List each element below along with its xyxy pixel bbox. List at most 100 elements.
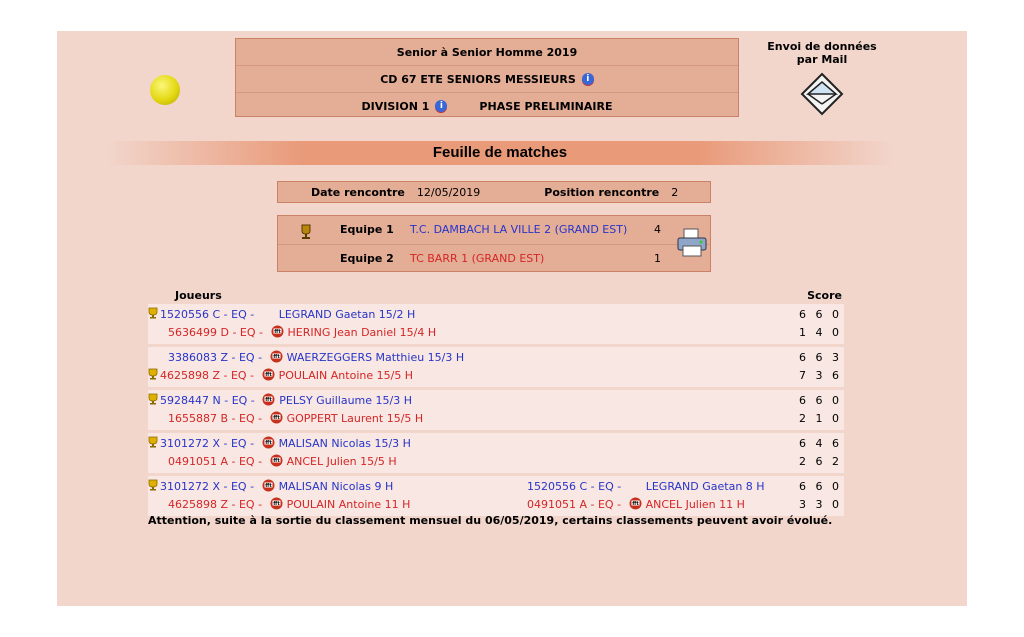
federation-logo-icon: fft	[629, 497, 642, 510]
info-icon[interactable]: i	[435, 100, 448, 112]
player-team: EQ -	[230, 369, 258, 382]
header-row-3: DIVISION 1 i PHASE PRELIMINAIRE	[236, 93, 738, 119]
competition-title: Senior à Senior Homme 2019	[396, 45, 578, 59]
svg-text:fft: fft	[632, 501, 639, 507]
player-name[interactable]: LEGRAND Gaetan 8 H	[646, 480, 765, 493]
player-license[interactable]: 3101272 X -	[160, 480, 231, 493]
championship-name: CD 67 ETE SENIORS MESSIEURS	[380, 72, 576, 86]
match-score-1: 6 6 3	[799, 351, 842, 364]
player-license[interactable]: 4625898 Z -	[160, 369, 231, 382]
player-license[interactable]: 5928447 N -	[160, 394, 232, 407]
player-license[interactable]: 1520556 C -	[160, 308, 231, 321]
printer-icon[interactable]	[675, 228, 709, 258]
player-license[interactable]: 0491051 A -	[527, 498, 598, 511]
teams-box: Equipe 1 T.C. DAMBACH LA VILLE 2 (GRAND …	[277, 215, 711, 272]
team2-name[interactable]: TC BARR 1 (GRAND EST)	[410, 252, 544, 265]
match-score-2: 1 4 0	[799, 326, 842, 339]
match-row: 3101272 X - EQ - fft MALISAN Nicolas 15/3…	[148, 433, 844, 476]
federation-logo-icon: fft	[270, 454, 283, 467]
federation-logo-icon: fft	[270, 350, 283, 363]
match-player-2: 1655887 B - EQ - fft GOPPERT Laurent 15/5…	[148, 410, 844, 428]
match-player-2: 0491051 A - EQ - fft ANCEL Julien 15/5 H 2…	[148, 453, 844, 471]
team2-score: 1	[654, 252, 661, 265]
double-partner-1: 1520556 C - EQ - LEGRAND Gaetan 8 H	[527, 478, 765, 496]
player-license[interactable]: 3101272 X -	[160, 437, 231, 450]
match-score-1: 6 4 6	[799, 437, 842, 450]
player-team: EQ -	[239, 326, 267, 339]
date-label: Date rencontre	[311, 185, 405, 199]
match-row: 1520556 C - EQ - LEGRAND Gaetan 15/2 H 6 …	[148, 304, 844, 347]
match-score-1: 6 6 0	[799, 394, 842, 407]
position-label: Position rencontre	[544, 185, 660, 199]
player-team: EQ -	[230, 480, 258, 493]
player-name[interactable]: MALISAN Nicolas 9 H	[279, 480, 394, 493]
team-row-2: Equipe 2 TC BARR 1 (GRAND EST) 1	[278, 244, 710, 272]
federation-logo-icon: fft	[262, 393, 275, 406]
svg-text:fft: fft	[266, 397, 273, 403]
match-player-1: 1520556 C - EQ - LEGRAND Gaetan 15/2 H 6 …	[148, 306, 844, 324]
player-name[interactable]: POULAIN Antoine 15/5 H	[279, 369, 414, 382]
trophy-icon	[148, 436, 158, 448]
federation-logo-icon: fft	[270, 497, 283, 510]
player-name[interactable]: MALISAN Nicolas 15/3 H	[279, 437, 411, 450]
team1-label: Equipe 1	[340, 223, 394, 236]
player-name[interactable]: ANCEL Julien 15/5 H	[287, 455, 397, 468]
info-icon[interactable]: i	[581, 73, 594, 85]
team-row-1: Equipe 1 T.C. DAMBACH LA VILLE 2 (GRAND …	[278, 216, 710, 243]
match-score-2: 2 6 2	[799, 455, 842, 468]
match-score-1: 6 6 0	[799, 308, 842, 321]
match-player-1: 3386083 Z - EQ - fft WAERZEGGERS Matthieu…	[148, 349, 844, 367]
trophy-icon	[148, 479, 158, 491]
player-license[interactable]: 5636499 D -	[168, 326, 240, 339]
match-score-2: 7 3 6	[799, 369, 842, 382]
player-name[interactable]: ANCEL Julien 11 H	[646, 498, 745, 511]
player-name[interactable]: LEGRAND Gaetan 15/2 H	[279, 308, 416, 321]
player-name[interactable]: POULAIN Antoine 11 H	[287, 498, 411, 511]
player-name[interactable]: HERING Jean Daniel 15/4 H	[288, 326, 437, 339]
match-player-1: 5928447 N - EQ - fft PELSY Guillaume 15/3…	[148, 392, 844, 410]
team1-score: 4	[654, 223, 661, 236]
ranking-warning: Attention, suite à la sortie du classeme…	[148, 514, 833, 527]
header-row-2: CD 67 ETE SENIORS MESSIEURS i	[236, 66, 738, 93]
match-player-1: 3101272 X - EQ - fft MALISAN Nicolas 15/3…	[148, 435, 844, 453]
match-row: 3386083 Z - EQ - fft WAERZEGGERS Matthieu…	[148, 347, 844, 390]
federation-logo-icon: fft	[262, 479, 275, 492]
player-team: EQ -	[231, 394, 259, 407]
envelope-icon[interactable]	[800, 72, 844, 116]
player-team: EQ -	[239, 412, 266, 425]
player-team: EQ -	[231, 308, 258, 321]
player-license[interactable]: 1655887 B -	[168, 412, 239, 425]
trophy-icon	[148, 307, 158, 319]
players-header: Joueurs	[175, 289, 222, 302]
svg-text:fft: fft	[273, 501, 280, 507]
player-team: EQ -	[238, 498, 266, 511]
trophy-icon	[148, 368, 158, 380]
match-player-2: 4625898 Z - EQ - fft POULAIN Antoine 15/5…	[148, 367, 844, 385]
svg-text:fft: fft	[265, 372, 272, 378]
matches-table: Joueurs Score 1520556 C - EQ - LEGRAND G…	[148, 289, 844, 519]
federation-logo-icon: fft	[270, 411, 283, 424]
mail-title-line1: Envoi de données	[767, 40, 877, 53]
date-value: 12/05/2019	[416, 185, 481, 199]
match-player-2: 5636499 D - EQ - fft HERING Jean Daniel 1…	[148, 324, 844, 342]
player-name[interactable]: GOPPERT Laurent 15/5 H	[287, 412, 424, 425]
section-title: Feuille de matches	[432, 144, 568, 161]
player-team: EQ -	[238, 351, 266, 364]
meeting-info: Date rencontre 12/05/2019 Position renco…	[277, 181, 711, 203]
player-license[interactable]: 3386083 Z -	[168, 351, 239, 364]
tennis-ball-icon	[150, 75, 180, 105]
player-name[interactable]: PELSY Guillaume 15/3 H	[279, 394, 412, 407]
svg-text:fft: fft	[273, 458, 280, 464]
trophy-icon	[148, 393, 158, 405]
svg-text:fft: fft	[265, 440, 272, 446]
federation-logo-icon: fft	[262, 368, 275, 381]
player-license[interactable]: 0491051 A -	[168, 455, 239, 468]
player-license[interactable]: 4625898 Z -	[168, 498, 239, 511]
team1-name[interactable]: T.C. DAMBACH LA VILLE 2 (GRAND EST)	[410, 223, 627, 236]
player-name[interactable]: WAERZEGGERS Matthieu 15/3 H	[287, 351, 465, 364]
player-license[interactable]: 1520556 C -	[527, 480, 598, 493]
player-team: EQ -	[598, 480, 625, 493]
double-match-row: 3101272 X - EQ - fft MALISAN Nicolas 9 H 1…	[148, 476, 844, 519]
header-row-1: Senior à Senior Homme 2019	[236, 39, 738, 66]
federation-logo-icon: fft	[271, 325, 283, 338]
